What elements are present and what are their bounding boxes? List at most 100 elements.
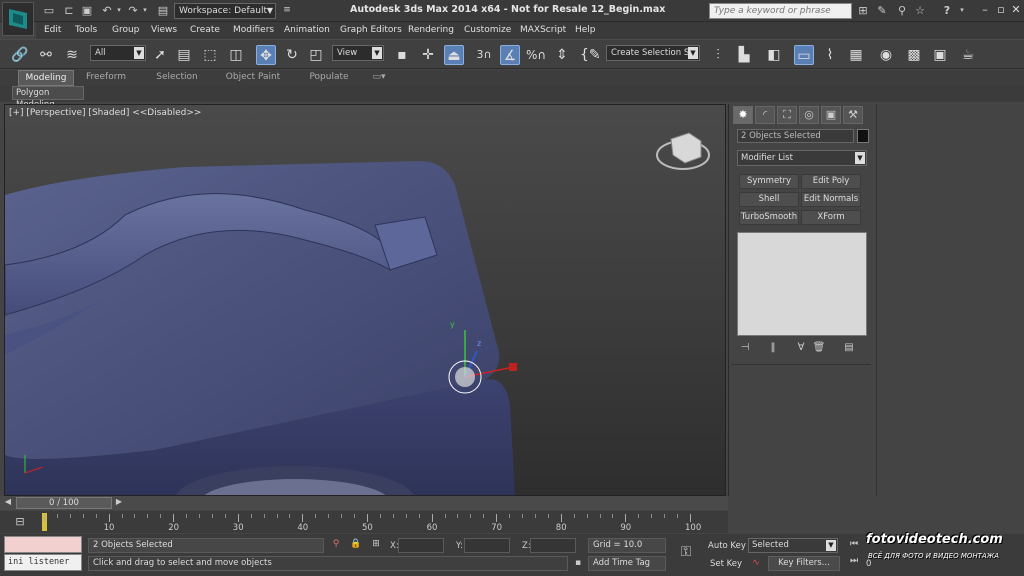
time-slider[interactable]: 0 / 100 — [16, 497, 112, 509]
motion-tab-icon[interactable]: ◎ — [799, 106, 819, 124]
material-editor-icon[interactable]: ◉ — [876, 45, 896, 65]
key-filters-button[interactable]: Key Filters... — [768, 556, 840, 571]
menu-animation[interactable]: Animation — [284, 25, 330, 35]
selection-lock-icon[interactable]: 🔒 — [350, 539, 362, 551]
favorites-star-icon[interactable]: ☆ — [913, 4, 927, 17]
ribbon-tab-selection[interactable]: Selection — [150, 70, 204, 86]
rectangular-selection-icon[interactable]: ⬚ — [200, 45, 220, 65]
pin-stack-icon[interactable]: ⊣ — [737, 342, 753, 356]
workspace-dropdown[interactable]: Workspace: Default ▼ — [174, 3, 276, 19]
menu-graph-editors[interactable]: Graph Editors — [340, 25, 402, 35]
edit-normals-button[interactable]: Edit Normals — [801, 192, 861, 207]
subscription-icon[interactable]: ⚲ — [895, 4, 909, 17]
select-and-scale-icon[interactable]: ◰ — [306, 45, 326, 65]
maximize-icon[interactable]: ▫ — [994, 3, 1008, 16]
edit-poly-button[interactable]: Edit Poly — [801, 174, 861, 189]
menu-help[interactable]: Help — [575, 25, 596, 35]
spinner-snap-icon[interactable]: ⇕ — [552, 45, 572, 65]
modify-tab-icon[interactable]: ◜ — [755, 106, 775, 124]
default-in-out-tangent-icon[interactable]: ∿ — [750, 558, 762, 570]
schematic-view-icon[interactable]: ▦ — [846, 45, 866, 65]
close-icon[interactable]: ✕ — [1009, 3, 1023, 16]
make-unique-icon[interactable]: ∀ — [793, 342, 809, 356]
xform-button[interactable]: XForm — [801, 210, 861, 225]
add-time-tag-button[interactable]: Add Time Tag — [588, 556, 666, 571]
percent-snap-icon[interactable]: %∩ — [526, 45, 546, 65]
unlink-selection-icon[interactable]: ⚯ — [36, 45, 56, 65]
binoculars-icon[interactable]: ⊞ — [856, 4, 870, 17]
ribbon-tab-modeling[interactable]: Modeling — [18, 70, 74, 86]
redo-dropdown-icon[interactable]: ▾ — [138, 4, 152, 17]
communication-center-icon[interactable]: ✎ — [875, 4, 889, 17]
manage-layers-icon[interactable]: ◧ — [764, 45, 784, 65]
object-color-swatch[interactable] — [857, 129, 869, 143]
auto-key-button[interactable]: Auto Key — [708, 541, 746, 551]
help-dropdown-icon[interactable]: ▾ — [955, 4, 969, 17]
menu-group[interactable]: Group — [112, 25, 139, 35]
isolate-selection-icon[interactable]: ⚲ — [330, 539, 342, 551]
ribbon-tab-populate[interactable]: Populate — [306, 70, 352, 86]
select-and-move-icon[interactable]: ✥ — [256, 45, 276, 65]
ribbon-tab-freeform[interactable]: Freeform — [80, 70, 132, 86]
save-file-icon[interactable]: ▣ — [80, 4, 94, 17]
render-setup-icon[interactable]: ▩ — [904, 45, 924, 65]
search-input[interactable]: Type a keyword or phrase — [709, 3, 852, 19]
absolute-mode-icon[interactable]: ⊞ — [370, 539, 382, 551]
key-selection-dropdown[interactable]: Selected ▼ — [748, 538, 838, 553]
hierarchy-tab-icon[interactable]: ⛶ — [777, 106, 797, 124]
shell-button[interactable]: Shell — [739, 192, 799, 207]
y-coordinate-field[interactable] — [464, 538, 510, 553]
help-icon[interactable]: ? — [940, 4, 954, 17]
menu-rendering[interactable]: Rendering — [408, 25, 454, 35]
menu-edit[interactable]: Edit — [44, 25, 61, 35]
menu-tools[interactable]: Tools — [75, 25, 97, 35]
curve-editor-icon[interactable]: ⌇ — [820, 45, 840, 65]
menu-create[interactable]: Create — [190, 25, 220, 35]
z-coordinate-field[interactable] — [530, 538, 576, 553]
previous-frame-icon[interactable]: ◀ — [3, 497, 13, 509]
menu-maxscript[interactable]: MAXScript — [520, 25, 566, 35]
maxscript-listener-output[interactable] — [4, 536, 82, 553]
menu-modifiers[interactable]: Modifiers — [233, 25, 274, 35]
turbosmooth-button[interactable]: TurboSmooth — [739, 210, 799, 225]
bind-to-space-warp-icon[interactable]: ≋ — [62, 45, 82, 65]
viewport-label[interactable]: [+] [Perspective] [Shaded] <<Disabled>> — [9, 108, 201, 118]
configure-modifier-sets-icon[interactable]: ▤ — [841, 342, 857, 356]
modifier-list-dropdown[interactable]: Modifier List ▼ — [737, 150, 867, 166]
keyboard-shortcut-override-icon[interactable]: ⏏ — [444, 45, 464, 65]
time-tag-icon[interactable]: ▪ — [572, 558, 584, 570]
create-tab-icon[interactable]: ✸ — [733, 106, 753, 124]
remove-modifier-icon[interactable]: 🗑 — [811, 342, 827, 356]
rendered-frame-window-icon[interactable]: ▣ — [930, 45, 950, 65]
ribbon-panel-polygon-modeling[interactable]: Polygon Modeling — [12, 86, 84, 110]
go-to-start-icon[interactable]: ⏮ — [848, 539, 860, 551]
mirror-icon[interactable]: ⫶ — [708, 45, 728, 65]
go-to-end-icon[interactable]: ⏭ — [848, 556, 860, 568]
graphite-toolset-icon[interactable]: ▭ — [794, 45, 814, 65]
object-name-field[interactable]: 2 Objects Selected — [737, 129, 854, 143]
named-selection-dropdown[interactable]: Create Selection Se ▼ — [606, 45, 700, 61]
minimize-icon[interactable]: – — [978, 3, 992, 16]
window-crossing-icon[interactable]: ◫ — [226, 45, 246, 65]
undo-dropdown-icon[interactable]: ▾ — [112, 4, 126, 17]
new-file-icon[interactable]: ▭ — [42, 4, 56, 17]
symmetry-button[interactable]: Symmetry — [739, 174, 799, 189]
selection-filter-dropdown[interactable]: All ▼ — [90, 45, 146, 61]
app-logo-button[interactable] — [2, 2, 34, 36]
ribbon-tab-object-paint[interactable]: Object Paint — [222, 70, 284, 86]
track-bar[interactable]: ⊟ 10 20 30 40 50 60 70 80 90 100 — [0, 511, 728, 533]
align-icon[interactable]: ▙ — [734, 45, 754, 65]
render-production-icon[interactable]: ☕ — [958, 45, 978, 65]
select-and-manipulate-icon[interactable]: ✛ — [418, 45, 438, 65]
pivot-point-center-icon[interactable]: ▪ — [392, 45, 412, 65]
snaps-toggle-icon[interactable]: 3∩ — [474, 45, 494, 65]
project-folder-icon[interactable]: ▤ — [156, 4, 170, 17]
set-key-button[interactable]: Set Key — [710, 559, 742, 569]
ribbon-options-icon[interactable]: ▭▾ — [368, 70, 390, 86]
modifier-stack[interactable] — [737, 232, 867, 336]
select-by-name-icon[interactable]: ▤ — [174, 45, 194, 65]
maxscript-listener-input[interactable]: ini listener — [4, 554, 82, 571]
show-end-result-icon[interactable]: ‖ — [765, 342, 781, 356]
reference-coordinate-dropdown[interactable]: View ▼ — [332, 45, 384, 61]
menu-customize[interactable]: Customize — [464, 25, 511, 35]
